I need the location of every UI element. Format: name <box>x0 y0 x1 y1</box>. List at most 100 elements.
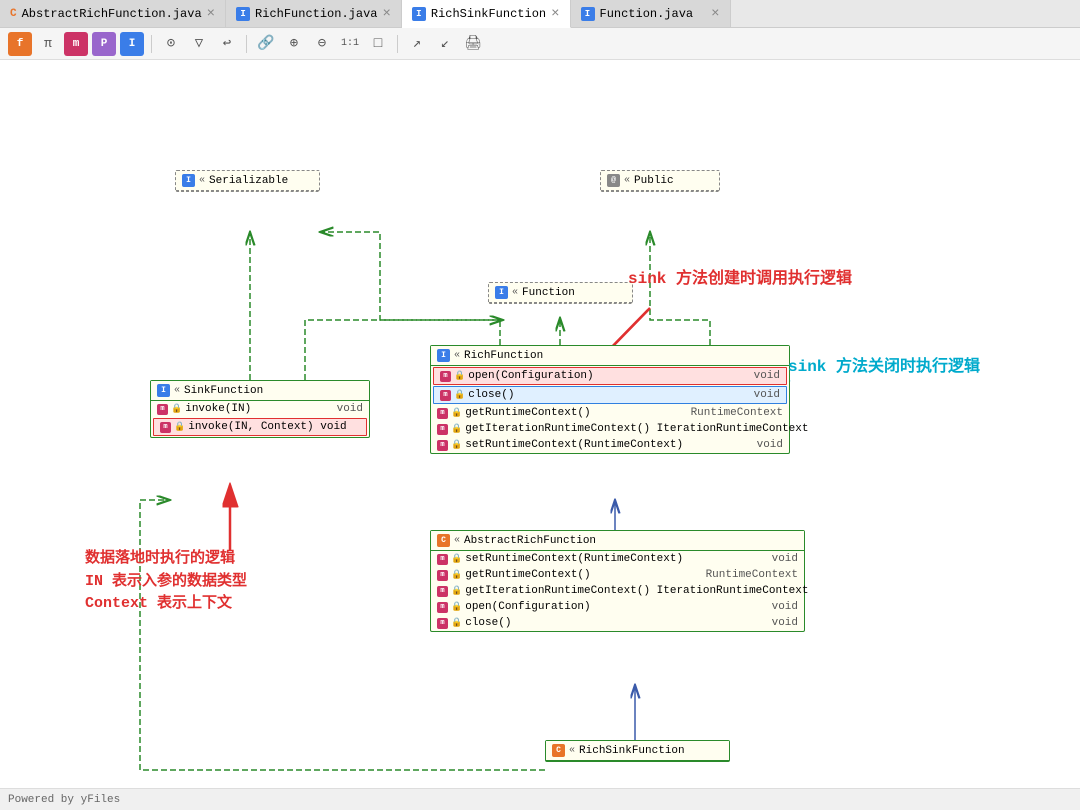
tab-richfunction[interactable]: I RichFunction.java × <box>226 0 402 27</box>
class-name: RichSinkFunction <box>579 745 685 757</box>
tab-label: RichFunction.java <box>255 7 377 21</box>
return-type: void <box>772 617 798 629</box>
interface-icon: I <box>157 384 170 397</box>
tab-close-icon[interactable]: × <box>711 7 719 21</box>
method-name: getIterationRuntimeContext() IterationRu… <box>465 585 808 597</box>
return-type: void <box>754 370 780 382</box>
interface-icon: I <box>495 286 508 299</box>
class-name: RichFunction <box>464 350 543 362</box>
method-icon: m <box>160 422 171 433</box>
tab-close-icon[interactable]: × <box>382 7 390 21</box>
method-close: m 🔒 close() void <box>431 615 804 631</box>
btn-f[interactable]: f <box>8 32 32 56</box>
class-header: C « RichSinkFunction <box>546 741 729 761</box>
tab-label: Function.java <box>600 7 694 21</box>
method-invoke: m 🔒 invoke(IN) void <box>151 401 369 417</box>
return-type: void <box>754 389 780 401</box>
class-stereotype: « <box>624 175 630 186</box>
class-stereotype: « <box>199 175 205 186</box>
tab-i-icon: I <box>581 7 595 21</box>
lock-icon: 🔒 <box>451 570 462 580</box>
method-name: getIterationRuntimeContext() IterationRu… <box>465 423 808 435</box>
btn-back[interactable]: ↩ <box>215 32 239 56</box>
tab-close-icon[interactable]: × <box>551 7 559 21</box>
btn-import[interactable]: ↙ <box>433 32 457 56</box>
return-type: void <box>772 601 798 613</box>
lock-icon: 🔒 <box>451 602 462 612</box>
method-getiterationruntimecontext: m 🔒 getIterationRuntimeContext() Iterati… <box>431 583 804 599</box>
class-name: Function <box>522 287 575 299</box>
method-getruntimecontext: m 🔒 getRuntimeContext() RuntimeContext <box>431 567 804 583</box>
class-stereotype: « <box>454 350 460 361</box>
btn-export[interactable]: ↗ <box>405 32 429 56</box>
class-stereotype: « <box>512 287 518 298</box>
method-invoke-context: m 🔒 invoke(IN, Context) void <box>153 418 367 436</box>
btn-zoom-in[interactable]: ⊕ <box>282 32 306 56</box>
lock-icon: 🔒 <box>451 424 462 434</box>
method-name: close() <box>468 389 742 401</box>
method-name: setRuntimeContext(RuntimeContext) <box>465 439 745 451</box>
lock-icon: 🔒 <box>454 390 465 400</box>
class-abstractrichfunction: C « AbstractRichFunction m 🔒 setRuntimeC… <box>430 530 805 632</box>
class-header: I « Serializable <box>176 171 319 191</box>
class-header: C « AbstractRichFunction <box>431 531 804 551</box>
class-name: Serializable <box>209 175 288 187</box>
class-name: SinkFunction <box>184 385 263 397</box>
toolbar-separator <box>397 35 398 53</box>
class-header: @ « Public <box>601 171 719 191</box>
method-close: m 🔒 close() void <box>433 386 787 404</box>
method-name: getRuntimeContext() <box>465 407 679 419</box>
class-serializable: I « Serializable <box>175 170 320 192</box>
footer-text: Powered by yFiles <box>8 794 120 806</box>
btn-link[interactable]: 🔗 <box>254 32 278 56</box>
btn-fit[interactable]: 1:1 <box>338 32 362 56</box>
method-setruntimecontext: m 🔒 setRuntimeContext(RuntimeContext) vo… <box>431 551 804 567</box>
class-richsinkfunction: C « RichSinkFunction <box>545 740 730 762</box>
method-setruntimecontext: m 🔒 setRuntimeContext(RuntimeContext) vo… <box>431 437 789 453</box>
interface-icon: I <box>182 174 195 187</box>
lock-icon: 🔒 <box>171 404 182 414</box>
lock-icon: 🔒 <box>451 408 462 418</box>
class-sinkfunction: I « SinkFunction m 🔒 invoke(IN) void m 🔒… <box>150 380 370 438</box>
tab-label: RichSinkFunction <box>431 7 546 21</box>
btn-m[interactable]: m <box>64 32 88 56</box>
method-icon: m <box>437 424 448 435</box>
tab-i-icon: I <box>236 7 250 21</box>
class-name: Public <box>634 175 674 187</box>
footer: Powered by yFiles <box>0 788 1080 810</box>
tab-abstractrichfunction[interactable]: C AbstractRichFunction.java × <box>0 0 226 27</box>
btn-rect[interactable]: □ <box>366 32 390 56</box>
btn-search[interactable]: ⊙ <box>159 32 183 56</box>
lock-icon: 🔒 <box>174 422 185 432</box>
method-name: invoke(IN) <box>185 403 325 415</box>
method-icon: m <box>440 371 451 382</box>
method-getiterationruntimecontext: m 🔒 getIterationRuntimeContext() Iterati… <box>431 421 789 437</box>
toolbar-separator <box>151 35 152 53</box>
method-open: m 🔒 open(Configuration) void <box>433 367 787 385</box>
tab-c-icon: C <box>10 8 17 20</box>
tab-close-icon[interactable]: × <box>207 7 215 21</box>
tab-richsinkfunction[interactable]: I RichSinkFunction × <box>402 0 571 28</box>
annotation-icon: @ <box>607 174 620 187</box>
diagram-canvas[interactable]: I « Serializable @ « Public I « Function… <box>0 60 1080 788</box>
btn-pi[interactable]: π <box>36 32 60 56</box>
lock-icon: 🔒 <box>451 586 462 596</box>
lock-icon: 🔒 <box>451 618 462 628</box>
class-header: I « Function <box>489 283 632 303</box>
btn-filter[interactable]: ▽ <box>187 32 211 56</box>
method-icon: m <box>437 408 448 419</box>
toolbar-separator <box>246 35 247 53</box>
btn-i[interactable]: I <box>120 32 144 56</box>
btn-print[interactable]: 🖨 <box>461 32 485 56</box>
class-header: I « SinkFunction <box>151 381 369 401</box>
method-icon: m <box>437 440 448 451</box>
method-icon: m <box>440 390 451 401</box>
tab-function[interactable]: I Function.java × <box>571 0 731 27</box>
return-type: void <box>772 553 798 565</box>
class-name: AbstractRichFunction <box>464 535 596 547</box>
method-open: m 🔒 open(Configuration) void <box>431 599 804 615</box>
class-icon: C <box>437 534 450 547</box>
btn-zoom-out[interactable]: ⊖ <box>310 32 334 56</box>
method-icon: m <box>437 618 448 629</box>
btn-p[interactable]: P <box>92 32 116 56</box>
